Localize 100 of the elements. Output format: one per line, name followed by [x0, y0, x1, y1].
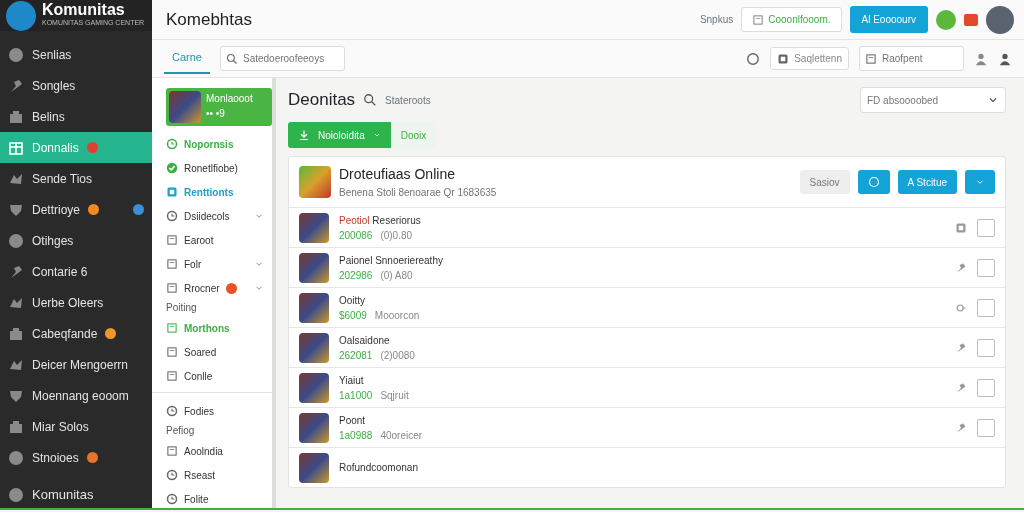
panel-item[interactable]: Conlle [166, 364, 272, 388]
featured-title: Monlaooot [206, 92, 253, 106]
checkbox[interactable] [977, 338, 995, 357]
clock-icon [166, 405, 178, 417]
sidebar-item[interactable]: Uerbe Oleers [0, 287, 152, 319]
panel-item[interactable]: Rseast [166, 463, 272, 487]
game-row[interactable]: Poont 1a0988 40oreicer [289, 407, 1005, 447]
pin-icon [8, 77, 24, 94]
pin-icon [955, 341, 967, 354]
clock-icon [166, 493, 178, 505]
game-row[interactable]: Rofundcoomonan [289, 447, 1005, 487]
game-score: 1a0988 [339, 428, 373, 443]
panel-item[interactable]: Ronetlfiobe) [166, 156, 272, 180]
game-row[interactable]: Paionel Snnoeriereathy 202986 (0) A80 [289, 247, 1005, 287]
game-score: 200086 [339, 228, 373, 243]
game-thumbnail [299, 252, 329, 283]
game-title: Ooitty [339, 293, 367, 308]
chat-button[interactable] [857, 170, 890, 194]
square-icon [955, 221, 967, 234]
panel-item[interactable]: Dsiidecols [166, 204, 272, 228]
section-subtitle: Stateroots [385, 93, 431, 108]
sidebar-item[interactable]: Dettrioye [0, 194, 152, 226]
dropdown-button[interactable] [965, 170, 995, 194]
sidebar-item[interactable]: Belins [0, 101, 152, 133]
toolbar-button[interactable]: Saqlettenn [770, 47, 849, 70]
section-title: Deonitas [288, 89, 356, 112]
game-title: Rofundcoomonan [339, 461, 418, 475]
panel-item[interactable]: Earoot [166, 228, 272, 252]
square-icon [777, 52, 790, 65]
document-icon [166, 258, 178, 270]
panel-item[interactable]: Folite [166, 487, 272, 508]
sidebar-footer[interactable]: Komunitas [0, 481, 152, 508]
checkbox[interactable] [977, 258, 995, 277]
dial-icon [955, 301, 967, 314]
game-thumbnail [299, 452, 329, 483]
text-field[interactable]: Raofpent [859, 46, 964, 71]
checkbox[interactable] [977, 378, 995, 397]
person-icon [998, 51, 1012, 66]
game-row[interactable]: Yiaiut 1a1000 Sqjruit [289, 367, 1005, 407]
game-score: 202986 [339, 268, 373, 283]
sidebar-item[interactable]: Moennang eooom [0, 380, 152, 412]
featured-meta: •• •9 [206, 107, 226, 121]
game-thumbnail [299, 372, 329, 403]
card-subtitle: Benena Stoli 8enoarae Qr 1683635 [339, 186, 497, 200]
document-icon [166, 322, 178, 334]
game-row[interactable]: Ooitty $6009 Mooorcon [289, 287, 1005, 327]
app-icon[interactable] [936, 9, 956, 30]
game-row[interactable]: Oalsaidone 262081 (2)0080 [289, 327, 1005, 367]
panel-item[interactable]: Rrocner [166, 276, 272, 300]
pin-icon [955, 261, 967, 274]
sidebar-item[interactable]: Sende Tios [0, 163, 152, 195]
document-icon [865, 52, 877, 65]
chat-icon [867, 176, 880, 188]
select-dropdown[interactable]: FD absoooobed [860, 87, 1006, 113]
app-icon[interactable] [964, 13, 978, 26]
square-icon [166, 186, 178, 198]
person-icon [974, 51, 988, 66]
sidebar-item[interactable]: Cabeqfande [0, 318, 152, 350]
pin-icon [955, 421, 967, 434]
search-field[interactable]: Satedoeroofeeoys [219, 46, 345, 71]
circle-icon [8, 449, 24, 466]
check-circle-icon [166, 162, 178, 174]
brand-name: Komunitas [42, 2, 126, 19]
sidebar-item[interactable]: Songles [0, 70, 152, 102]
game-meta: (0) A80 [380, 268, 413, 283]
filter-button[interactable]: Sasiov [799, 170, 850, 194]
sidebar-item[interactable]: Deicer Mengoerrn [0, 349, 152, 381]
page-title: Komebhtas [166, 8, 252, 31]
game-score: $6009 [339, 308, 367, 323]
search-icon [225, 52, 238, 65]
sidebar-item[interactable]: Stnoioes [0, 442, 152, 474]
game-score: 262081 [339, 348, 373, 363]
game-title: Yiaiut [339, 373, 365, 388]
section-heading: Poiting [166, 301, 198, 315]
game-meta: (2)0080 [380, 348, 415, 363]
sidebar-item[interactable]: Contarie 6 [0, 256, 152, 288]
panel-item[interactable]: Aoolndia [166, 439, 272, 463]
game-thumbnail [299, 212, 329, 243]
card-title: Droteufiaas Online [339, 165, 456, 184]
checkbox[interactable] [977, 418, 995, 437]
clock-icon [166, 210, 178, 222]
header-link[interactable]: Snpkus [699, 12, 734, 27]
circle-icon [746, 51, 761, 66]
panel-item[interactable]: Folr [166, 252, 272, 276]
panel-item[interactable]: Soared [166, 340, 272, 364]
game-thumbnail [299, 166, 331, 198]
panel-item[interactable]: Fodies [166, 399, 272, 423]
checkbox[interactable] [977, 298, 995, 317]
sidebar-item[interactable]: Otihges [0, 225, 152, 257]
sidebar-item[interactable]: Miar Solos [0, 411, 152, 443]
game-row[interactable]: Peotiol Reseriorus 200086 (0)0.80 [289, 207, 1005, 247]
game-title: Peotiol Reseriorus [339, 213, 421, 228]
sidebar-item[interactable]: Senlias [0, 39, 152, 71]
pin-icon [8, 263, 24, 280]
checkbox[interactable] [977, 218, 995, 237]
search-icon [363, 93, 378, 107]
circle-icon [8, 486, 24, 503]
game-title: Paionel Snnoeriereathy [339, 253, 443, 268]
avatar[interactable] [986, 5, 1014, 34]
section-heading: Pefiog [166, 424, 196, 438]
